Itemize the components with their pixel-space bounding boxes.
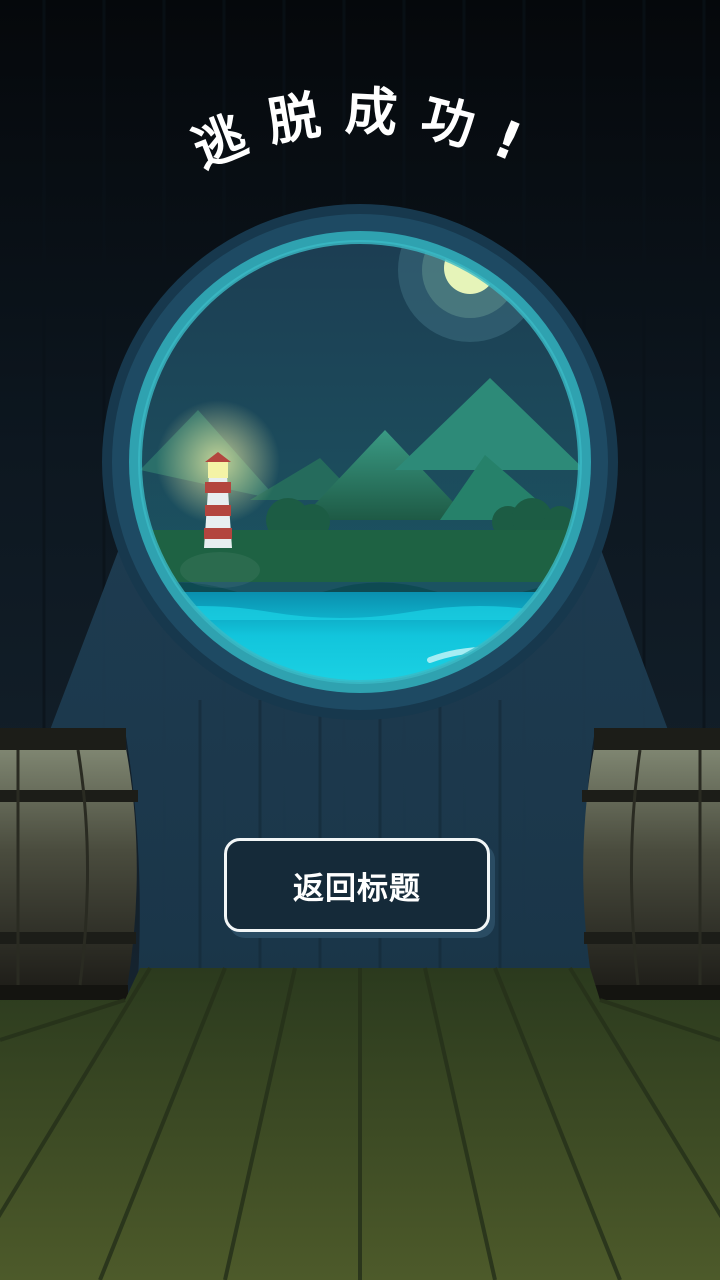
return-to-title-button[interactable]: 返回标题 [224,838,490,932]
barrel-left [0,728,138,1005]
game-screen: 逃脱成功! 返回标题 [0,0,720,1280]
lighthouse-icon [204,452,232,548]
cabin-scene: 逃脱成功! [0,0,720,1280]
barrel-right [582,728,720,1005]
return-to-title-label: 返回标题 [293,870,421,907]
wooden-floor [0,966,720,1280]
